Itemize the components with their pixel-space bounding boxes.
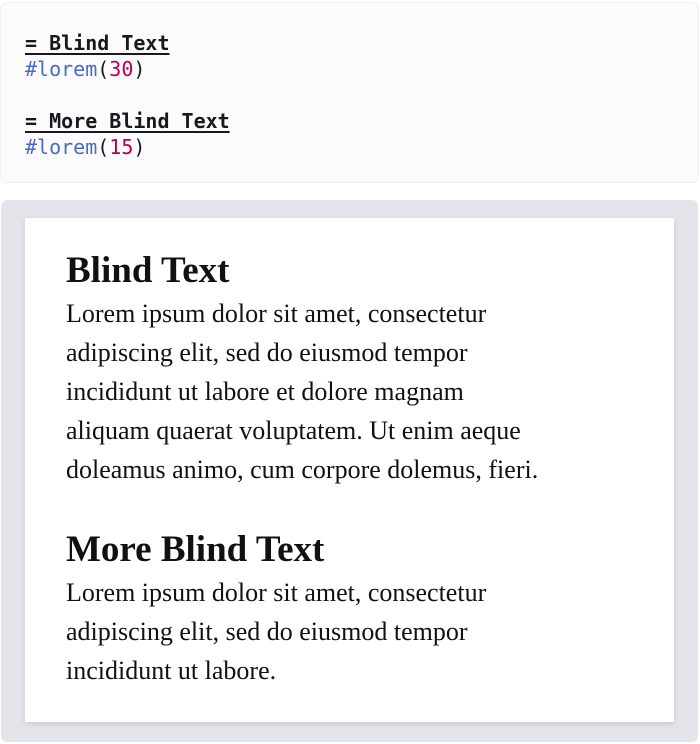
section-paragraph: Lorem ipsum dolor sit amet, consectetur … [66, 573, 636, 690]
code-heading-line: = Blind Text [25, 31, 170, 55]
code-heading-line: = More Blind Text [25, 109, 230, 133]
code-lorem-call-line: #lorem(15) [25, 134, 230, 160]
section-heading: Blind Text [66, 250, 230, 291]
paragraph-line: adipiscing elit, sed do eiusmod tempor [66, 617, 468, 646]
section-paragraph: Lorem ipsum dolor sit amet, consectetur … [66, 294, 636, 489]
page-content: Blind Text Lorem ipsum dolor sit amet, c… [66, 248, 636, 690]
paragraph-line: incididunt ut labore et dolore magnam [66, 377, 464, 406]
code-paren-close: ) [133, 135, 146, 159]
code-number-arg: 15 [109, 135, 134, 159]
paragraph-line: Lorem ipsum dolor sit amet, consectetur [66, 299, 487, 328]
section-more-blind-text: More Blind Text Lorem ipsum dolor sit am… [66, 527, 636, 690]
paragraph-line: doleamus animo, cum corpore dolemus, fie… [66, 455, 539, 484]
paragraph-line: adipiscing elit, sed do eiusmod tempor [66, 338, 468, 367]
section-heading: More Blind Text [66, 529, 325, 570]
section-blind-text: Blind Text Lorem ipsum dolor sit amet, c… [66, 248, 636, 489]
code-lorem-call-line: #lorem(30) [25, 56, 230, 82]
code-function-name: #lorem [25, 135, 98, 159]
code-editor[interactable]: = Blind Text #lorem(30) = More Blind Text #… [25, 30, 230, 160]
preview-panel[interactable]: Blind Text Lorem ipsum dolor sit amet, c… [1, 200, 698, 742]
code-number-arg: 30 [109, 57, 134, 81]
paragraph-line: aliquam quaerat voluptatem. Ut enim aequ… [66, 416, 521, 445]
code-paren-open: ( [97, 135, 110, 159]
code-paren-open: ( [97, 57, 110, 81]
preview-page: Blind Text Lorem ipsum dolor sit amet, c… [25, 218, 674, 722]
code-editor-panel[interactable]: = Blind Text #lorem(30) = More Blind Text #… [1, 3, 698, 182]
paragraph-line: Lorem ipsum dolor sit amet, consectetur [66, 578, 487, 607]
code-function-name: #lorem [25, 57, 98, 81]
code-paren-close: ) [133, 57, 146, 81]
paragraph-line: incididunt ut labore. [66, 656, 277, 685]
